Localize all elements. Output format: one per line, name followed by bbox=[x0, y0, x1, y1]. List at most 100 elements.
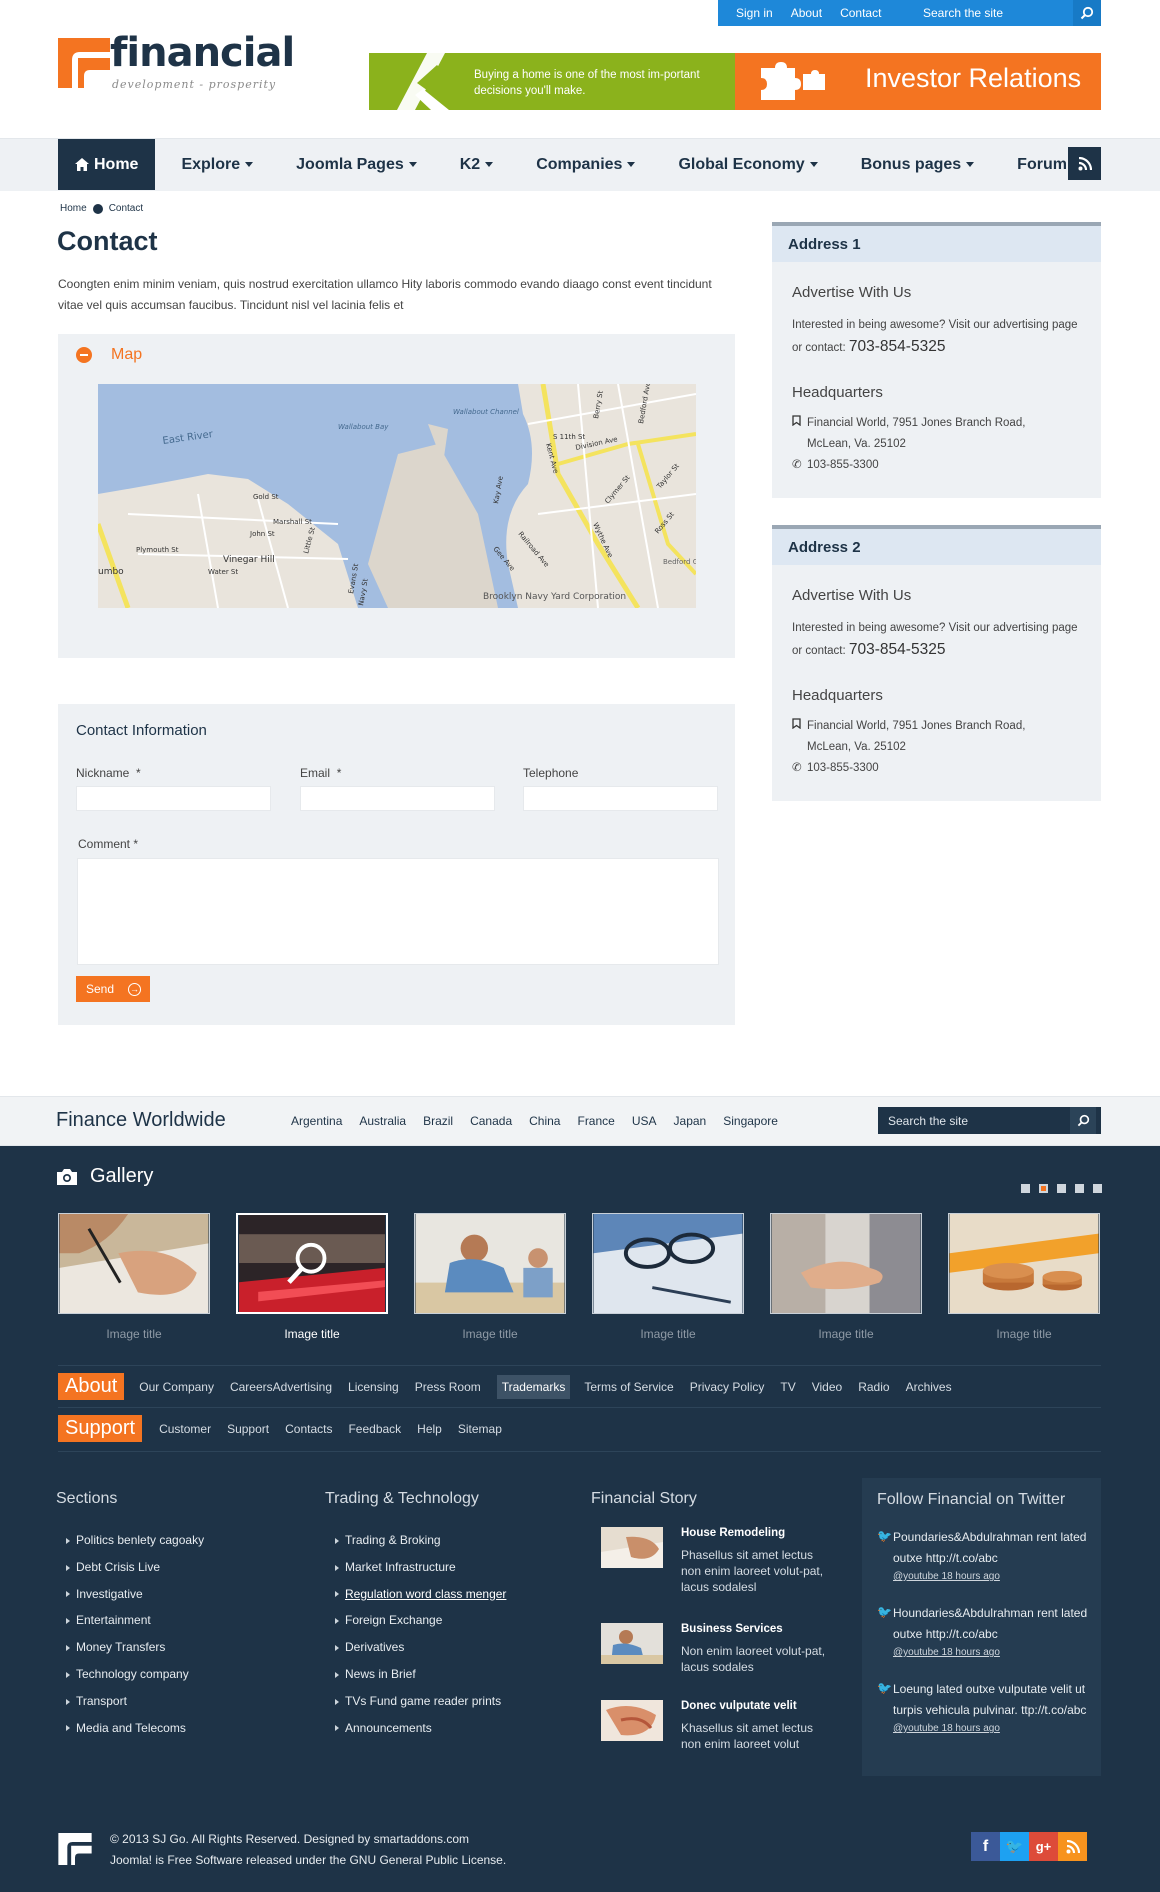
sections-link[interactable]: Money Transfers bbox=[66, 1634, 204, 1661]
send-button[interactable]: Send → bbox=[76, 976, 150, 1002]
support-link[interactable]: Customer bbox=[159, 1422, 211, 1436]
support-tag[interactable]: Support bbox=[58, 1415, 143, 1442]
about-link[interactable]: Privacy Policy bbox=[690, 1380, 765, 1394]
trading-link[interactable]: Announcements bbox=[335, 1715, 506, 1742]
pager-dot[interactable] bbox=[1057, 1184, 1066, 1193]
sections-link[interactable]: Media and Telecoms bbox=[66, 1715, 204, 1742]
country-link[interactable]: Singapore bbox=[723, 1114, 778, 1128]
about-link[interactable]: Archives bbox=[906, 1380, 952, 1394]
country-link[interactable]: Brazil bbox=[423, 1114, 453, 1128]
advertise-phone[interactable]: 703-854-5325 bbox=[849, 338, 946, 355]
support-link[interactable]: Feedback bbox=[348, 1422, 401, 1436]
hq-heading: Headquarters bbox=[792, 687, 883, 704]
support-link[interactable]: Contacts bbox=[285, 1422, 332, 1436]
about-link[interactable]: Press Room bbox=[415, 1380, 481, 1394]
tweet-time[interactable]: @youtube 18 hours ago bbox=[893, 1569, 1092, 1585]
gallery-thumb-trading-floor[interactable] bbox=[236, 1213, 388, 1314]
support-link[interactable]: Sitemap bbox=[458, 1422, 502, 1436]
support-link[interactable]: Help bbox=[417, 1422, 442, 1436]
about-link[interactable]: Radio bbox=[858, 1380, 889, 1394]
about-link[interactable]: CareersAdvertising bbox=[230, 1380, 332, 1394]
footer-search-button[interactable] bbox=[1070, 1107, 1096, 1134]
country-link[interactable]: Australia bbox=[359, 1114, 406, 1128]
about-link[interactable]: TV bbox=[780, 1380, 795, 1394]
advertise-phone[interactable]: 703-854-5325 bbox=[849, 641, 946, 658]
sections-link[interactable]: Debt Crisis Live bbox=[66, 1554, 204, 1581]
tweet-time[interactable]: @youtube 18 hours ago bbox=[893, 1721, 1092, 1737]
footer-search-input[interactable]: Search the site bbox=[888, 1114, 1070, 1128]
gallery-thumb-man-writing[interactable] bbox=[414, 1213, 566, 1314]
story-title[interactable]: Donec vulputate velit bbox=[681, 1700, 831, 1712]
nav-home[interactable]: Home bbox=[58, 139, 156, 190]
nav-companies[interactable]: Companies bbox=[519, 139, 652, 190]
story-item[interactable]: Business Services Non enim laoreet volut-… bbox=[601, 1623, 831, 1675]
sections-link[interactable]: Transport bbox=[66, 1688, 204, 1715]
pager-dot[interactable] bbox=[1075, 1184, 1084, 1193]
pager-dot-active[interactable] bbox=[1039, 1184, 1048, 1193]
sections-link[interactable]: Investigative bbox=[66, 1581, 204, 1608]
about-link[interactable]: Our Company bbox=[139, 1380, 214, 1394]
nav-k2[interactable]: K2 bbox=[443, 139, 510, 190]
story-item[interactable]: Donec vulputate velit Khasellus sit amet … bbox=[601, 1700, 831, 1752]
home-buying-banner[interactable]: Buying a home is one of the most im-port… bbox=[369, 53, 735, 110]
location-map[interactable]: East River Wallabout Bay Wallabout Chann… bbox=[98, 384, 696, 608]
footer-logo-mark[interactable] bbox=[58, 1833, 92, 1865]
map-toggle[interactable]: Map bbox=[76, 346, 142, 364]
sections-link[interactable]: Technology company bbox=[66, 1661, 204, 1688]
about-link[interactable]: Terms of Service bbox=[584, 1380, 673, 1394]
about-link-highlighted[interactable]: Trademarks bbox=[496, 1374, 571, 1399]
top-search-button[interactable] bbox=[1073, 0, 1101, 26]
google-plus-icon[interactable]: g+ bbox=[1029, 1832, 1058, 1861]
about-link[interactable]: Licensing bbox=[348, 1380, 399, 1394]
story-title[interactable]: Business Services bbox=[681, 1623, 831, 1635]
telephone-input[interactable] bbox=[523, 786, 718, 811]
trading-link[interactable]: News in Brief bbox=[335, 1661, 506, 1688]
about-tag[interactable]: About bbox=[58, 1373, 125, 1400]
comment-textarea[interactable] bbox=[77, 858, 719, 965]
email-input[interactable] bbox=[300, 786, 495, 811]
nav-explore[interactable]: Explore bbox=[164, 139, 270, 190]
sections-link[interactable]: Politics benlety cagoaky bbox=[66, 1527, 204, 1554]
contact-link[interactable]: Contact bbox=[840, 6, 881, 20]
logo-text[interactable]: financial bbox=[110, 30, 295, 76]
logo-mark[interactable] bbox=[58, 38, 110, 88]
story-item[interactable]: House Remodeling Phasellus sit amet lectu… bbox=[601, 1527, 831, 1595]
gallery-thumb-coins[interactable] bbox=[948, 1213, 1100, 1314]
country-link[interactable]: USA bbox=[632, 1114, 657, 1128]
gallery-thumb-handshake[interactable] bbox=[770, 1213, 922, 1314]
rss-icon[interactable] bbox=[1058, 1832, 1087, 1861]
trading-link[interactable]: Trading & Broking bbox=[335, 1527, 506, 1554]
trading-link[interactable]: Foreign Exchange bbox=[335, 1607, 506, 1634]
country-link[interactable]: Canada bbox=[470, 1114, 512, 1128]
nickname-input[interactable] bbox=[76, 786, 271, 811]
tweet-time[interactable]: @youtube 18 hours ago bbox=[893, 1645, 1092, 1661]
breadcrumb-home[interactable]: Home bbox=[60, 203, 87, 214]
country-link[interactable]: Argentina bbox=[291, 1114, 342, 1128]
story-title[interactable]: House Remodeling bbox=[681, 1527, 831, 1539]
investor-relations-banner[interactable]: Investor Relations bbox=[735, 53, 1101, 110]
support-link[interactable]: Support bbox=[227, 1422, 269, 1436]
pager-dot[interactable] bbox=[1093, 1184, 1102, 1193]
about-link[interactable]: About bbox=[791, 6, 822, 20]
sign-in-link[interactable]: Sign in bbox=[736, 6, 773, 20]
country-link[interactable]: China bbox=[529, 1114, 560, 1128]
nav-joomla-pages[interactable]: Joomla Pages bbox=[279, 139, 434, 190]
trading-link-underlined[interactable]: Regulation word class menger bbox=[335, 1581, 506, 1608]
trading-link[interactable]: Market Infrastructure bbox=[335, 1554, 506, 1581]
top-search-input[interactable]: Search the site bbox=[923, 6, 1073, 20]
story-thumb-business bbox=[601, 1623, 663, 1664]
country-link[interactable]: France bbox=[577, 1114, 614, 1128]
trading-link[interactable]: TVs Fund game reader prints bbox=[335, 1688, 506, 1715]
country-link[interactable]: Japan bbox=[674, 1114, 707, 1128]
gallery-thumb-signing[interactable] bbox=[58, 1213, 210, 1314]
facebook-icon[interactable]: f bbox=[971, 1832, 1000, 1861]
nav-bonus-pages[interactable]: Bonus pages bbox=[844, 139, 991, 190]
nav-global-economy[interactable]: Global Economy bbox=[661, 139, 834, 190]
twitter-icon[interactable]: 🐦 bbox=[1000, 1832, 1029, 1861]
about-link[interactable]: Video bbox=[812, 1380, 842, 1394]
trading-link[interactable]: Derivatives bbox=[335, 1634, 506, 1661]
pager-dot[interactable] bbox=[1021, 1184, 1030, 1193]
sections-link[interactable]: Entertainment bbox=[66, 1607, 204, 1634]
rss-button[interactable] bbox=[1068, 147, 1101, 180]
gallery-thumb-glasses[interactable] bbox=[592, 1213, 744, 1314]
